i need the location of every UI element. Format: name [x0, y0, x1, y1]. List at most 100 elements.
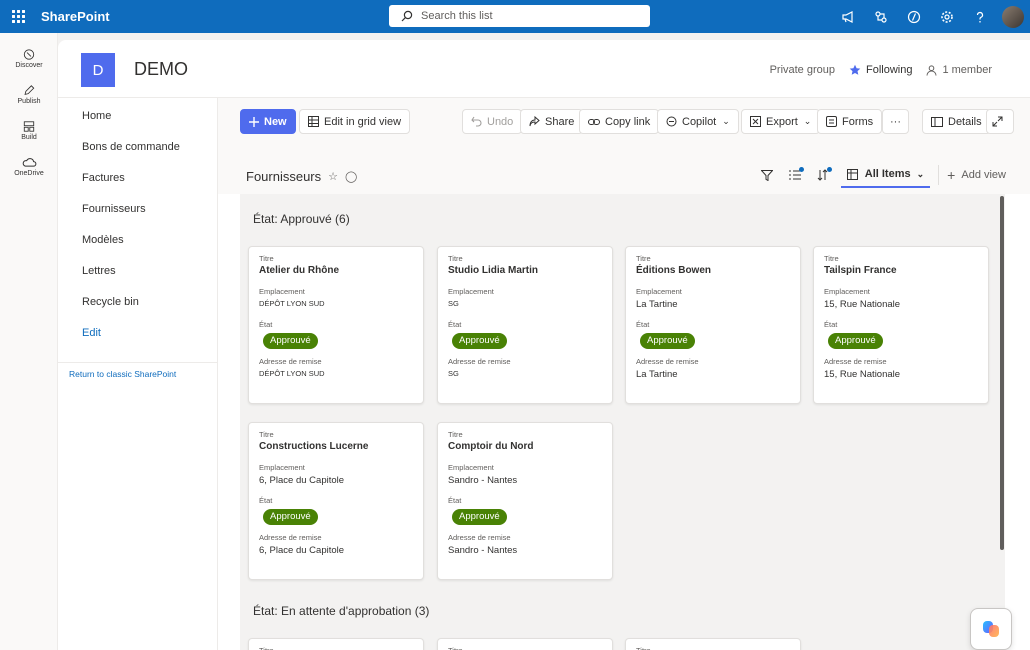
list-header: Fournisseurs ☆ ◯ All Items ⌄ + Add view [218, 146, 1030, 194]
cloud-icon [22, 158, 37, 167]
plus-icon [249, 116, 259, 127]
table-view-icon [846, 168, 858, 180]
chevron-down-icon: ⌄ [722, 116, 730, 126]
rail-label: Discover [15, 62, 43, 69]
fullscreen-button[interactable] [986, 109, 1014, 134]
add-view-button[interactable]: + Add view [947, 167, 1006, 183]
field-label-adresse: Adresse de remise [448, 533, 511, 542]
rail-label: Build [21, 134, 37, 141]
gallery-card[interactable]: Titre [248, 638, 424, 650]
field-label-emplacement: Emplacement [259, 463, 305, 472]
rail-item-discover[interactable]: Discover [0, 33, 58, 69]
gallery-card[interactable]: Titre Comptoir du Nord Emplacement Sandro -… [437, 422, 613, 580]
brand-name[interactable]: SharePoint [41, 9, 110, 24]
settings-gear-icon[interactable] [930, 0, 963, 33]
gallery-card[interactable]: Titre Éditions Bowen Emplacement La Tartine… [625, 246, 801, 404]
copy-link-button[interactable]: Copy link [579, 109, 660, 134]
field-label-etat: État [448, 320, 462, 329]
card-title[interactable]: Constructions Lucerne [259, 441, 413, 463]
megaphone-icon[interactable] [831, 0, 864, 33]
current-view-label: All Items [864, 168, 911, 180]
share-network-icon[interactable] [864, 0, 897, 33]
share-button[interactable]: Share [520, 109, 584, 134]
nav-item-factures[interactable]: Factures [58, 162, 217, 193]
gallery-card[interactable]: Titre [625, 638, 801, 650]
site-logo[interactable]: D [81, 53, 115, 87]
search-box[interactable]: Search this list [389, 5, 650, 27]
add-view-label: Add view [961, 169, 1006, 181]
site-title[interactable]: DEMO [134, 59, 188, 80]
help-question-icon[interactable] [963, 0, 996, 33]
rail-item-onedrive[interactable]: OneDrive [0, 141, 58, 177]
nav-item-fournisseurs[interactable]: Fournisseurs [58, 193, 217, 224]
link-icon [588, 118, 600, 125]
rail-item-publish[interactable]: Publish [0, 69, 58, 105]
field-label-etat: État [636, 320, 650, 329]
group-header-approuve[interactable]: État: Approuvé (6) [253, 212, 350, 226]
list-title[interactable]: Fournisseurs [246, 169, 321, 184]
forms-button[interactable]: Forms [817, 109, 883, 134]
favorite-star-icon[interactable]: ☆ [328, 170, 338, 183]
card-title[interactable]: Studio Lidia Martin [448, 265, 602, 287]
undo-icon [471, 116, 482, 127]
gallery-card[interactable]: Titre Tailspin France Emplacement 15, Rue N… [813, 246, 989, 404]
nav-edit-link[interactable]: Edit [58, 317, 217, 348]
group-by-icon[interactable] [781, 162, 809, 188]
filter-icon[interactable] [753, 162, 781, 188]
export-label: Export [766, 115, 798, 128]
export-button[interactable]: Export ⌄ [741, 109, 821, 134]
card-emplacement: DÉPÔT LYON SUD [259, 299, 325, 308]
gallery-card[interactable]: Titre Constructions Lucerne Emplacement 6, … [248, 422, 424, 580]
view-selector-all-items[interactable]: All Items ⌄ [840, 162, 931, 188]
nav-item-recycle-bin[interactable]: Recycle bin [58, 286, 217, 317]
rail-item-build[interactable]: Build [0, 105, 58, 141]
field-label-titre: Titre [636, 646, 790, 650]
nav-item-home[interactable]: Home [58, 100, 217, 131]
gallery-card[interactable]: Titre Atelier du Rhône Emplacement DÉPÔT LY… [248, 246, 424, 404]
gallery-card[interactable]: Titre [437, 638, 613, 650]
nav-item-bons-de-commande[interactable]: Bons de commande [58, 131, 217, 162]
copilot-fab-button[interactable] [970, 608, 1012, 650]
card-title[interactable]: Tailspin France [824, 265, 978, 287]
vertical-scrollbar[interactable] [1000, 196, 1004, 550]
follow-label: Following [866, 64, 913, 76]
field-label-emplacement: Emplacement [448, 463, 494, 472]
gallery-card[interactable]: Titre Studio Lidia Martin Emplacement SG Éta… [437, 246, 613, 404]
sort-icon[interactable] [809, 162, 837, 188]
group-header-en-attente[interactable]: État: En attente d'approbation (3) [253, 604, 429, 618]
return-classic-link[interactable]: Return to classic SharePoint [58, 363, 217, 379]
details-label: Details [948, 115, 982, 128]
nav-item-modeles[interactable]: Modèles [58, 224, 217, 255]
edit-grid-view-button[interactable]: Edit in grid view [299, 109, 411, 134]
card-title[interactable]: Éditions Bowen [636, 265, 790, 287]
gallery-view: État: Approuvé (6) Titre Atelier du Rhône… [240, 194, 1005, 650]
excel-export-icon [750, 116, 761, 127]
share-label: Share [545, 115, 575, 128]
nav-item-lettres[interactable]: Lettres [58, 255, 217, 286]
details-button[interactable]: Details [922, 109, 991, 134]
copilot-button[interactable]: Copilot ⌄ [657, 109, 739, 134]
members-button[interactable]: 1 member [926, 64, 992, 76]
compass-icon [23, 49, 35, 60]
field-label-etat: État [259, 496, 273, 505]
new-label: New [264, 115, 287, 128]
card-emplacement: Sandro - Nantes [448, 475, 518, 486]
undo-label: Undo [487, 115, 514, 128]
more-actions-button[interactable]: ··· [882, 109, 909, 134]
field-label-adresse: Adresse de remise [448, 357, 511, 366]
card-title[interactable]: Comptoir du Nord [448, 441, 602, 463]
follow-button[interactable]: Following [849, 64, 912, 76]
grid-build-icon [23, 121, 35, 132]
copy-link-label: Copy link [605, 115, 651, 128]
user-avatar[interactable] [1002, 5, 1024, 28]
code-icon[interactable] [897, 0, 930, 33]
check-circle-icon[interactable]: ◯ [345, 170, 357, 183]
app-rail: Discover Publish Build OneDrive [0, 33, 58, 650]
status-badge: Approuvé [452, 333, 507, 349]
new-button[interactable]: New [240, 109, 296, 134]
undo-button[interactable]: Undo [462, 109, 523, 134]
app-launcher-waffle-icon[interactable] [0, 0, 36, 33]
field-label-titre: Titre [448, 646, 602, 650]
card-title[interactable]: Atelier du Rhône [259, 265, 413, 287]
field-label-etat: État [448, 496, 462, 505]
